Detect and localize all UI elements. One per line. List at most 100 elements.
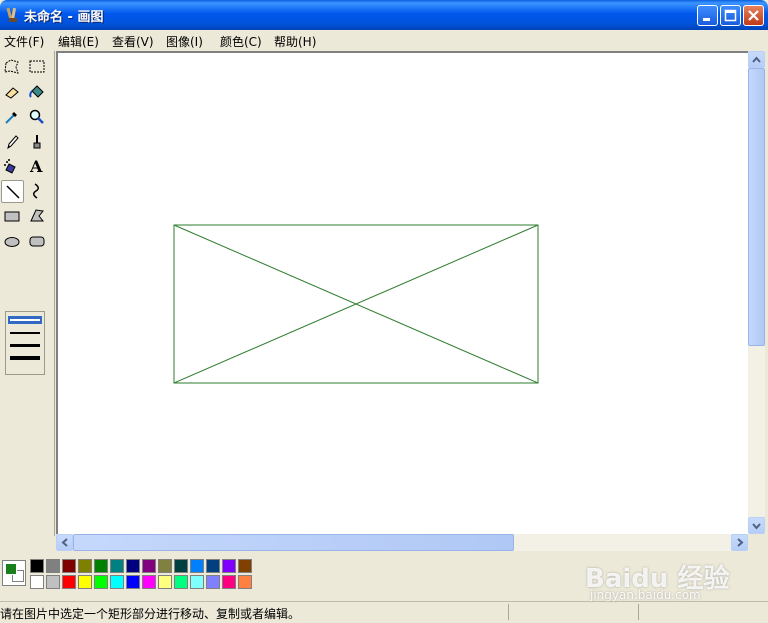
close-icon <box>748 10 759 21</box>
vertical-scrollbar[interactable] <box>748 51 765 534</box>
menu-help[interactable]: 帮助(H) <box>274 33 316 50</box>
eraser-tool[interactable] <box>1 81 24 104</box>
horizontal-scroll-thumb[interactable] <box>73 534 514 551</box>
palette-swatch[interactable] <box>158 559 172 573</box>
magnifier-icon <box>29 109 44 124</box>
line-tool[interactable] <box>1 180 24 203</box>
line-width-4[interactable] <box>10 356 40 360</box>
palette-swatch[interactable] <box>190 575 204 589</box>
minimize-icon <box>703 18 710 21</box>
pencil-tool[interactable] <box>1 131 24 154</box>
paint-bucket-icon <box>29 85 44 98</box>
scroll-down-button[interactable] <box>748 517 765 534</box>
menu-edit[interactable]: 编辑(E) <box>58 33 99 50</box>
palette-swatch[interactable] <box>142 559 156 573</box>
rectangle-icon <box>4 211 20 222</box>
free-select-tool[interactable] <box>1 56 24 79</box>
palette-swatch[interactable] <box>126 575 140 589</box>
fill-tool[interactable] <box>26 81 49 104</box>
palette-swatch[interactable] <box>126 559 140 573</box>
palette-swatch[interactable] <box>206 575 220 589</box>
line-width-selector <box>5 311 45 375</box>
drawing-layer <box>173 224 539 384</box>
palette-swatch[interactable] <box>174 559 188 573</box>
paint-app-icon[interactable] <box>5 7 21 23</box>
palette-swatch[interactable] <box>238 559 252 573</box>
palette-swatch[interactable] <box>238 575 252 589</box>
airbrush-icon <box>4 159 16 174</box>
palette-swatch[interactable] <box>78 559 92 573</box>
window-title: 未命名 - 画图 <box>24 10 104 25</box>
text-icon: A <box>30 157 43 176</box>
palette-swatch[interactable] <box>142 575 156 589</box>
palette-swatch[interactable] <box>94 559 108 573</box>
chevron-down-icon <box>752 523 761 530</box>
palette-swatch[interactable] <box>46 575 60 589</box>
curve-tool[interactable] <box>26 180 49 203</box>
palette-swatch[interactable] <box>222 559 236 573</box>
eyedropper-icon <box>5 112 17 124</box>
line-icon <box>6 185 20 199</box>
eraser-icon <box>5 87 19 99</box>
magnifier-tool[interactable] <box>26 106 49 129</box>
drawing-canvas[interactable] <box>58 53 748 534</box>
polygon-icon <box>30 209 45 222</box>
rect-select-tool[interactable] <box>26 56 49 79</box>
watermark-url: jingyan.baidu.com <box>590 588 701 602</box>
minimize-button[interactable] <box>697 5 718 26</box>
baidu-watermark: Baidu 经验 jingyan.baidu.com <box>585 540 765 610</box>
palette-swatch[interactable] <box>46 559 60 573</box>
status-divider <box>508 604 509 620</box>
menu-view[interactable]: 查看(V) <box>112 33 154 50</box>
maximize-button[interactable] <box>720 5 741 26</box>
text-tool[interactable]: A <box>26 156 49 179</box>
curve-icon <box>33 183 39 199</box>
ellipse-icon <box>4 237 20 247</box>
status-text: 请在图片中选定一个矩形部分进行移动、复制或者编辑。 <box>0 607 301 621</box>
menu-file[interactable]: 文件(F) <box>4 33 44 50</box>
polygon-tool[interactable] <box>26 205 49 228</box>
palette-swatch[interactable] <box>190 559 204 573</box>
scroll-left-button[interactable] <box>56 534 73 551</box>
rect-select-icon <box>29 60 45 73</box>
vertical-scroll-thumb[interactable] <box>748 68 765 346</box>
canvas-viewport <box>56 51 748 534</box>
pick-color-tool[interactable] <box>1 106 24 129</box>
rounded-rect-icon <box>29 236 45 247</box>
palette-swatch[interactable] <box>206 559 220 573</box>
brush-icon <box>33 135 41 149</box>
menu-colors[interactable]: 颜色(C) <box>220 33 262 50</box>
current-colors <box>2 560 26 586</box>
tool-box: A <box>0 51 55 536</box>
foreground-color <box>5 563 17 575</box>
line-width-2[interactable] <box>10 332 40 334</box>
chevron-up-icon <box>752 56 761 63</box>
palette-swatch[interactable] <box>62 559 76 573</box>
palette-swatch[interactable] <box>110 559 124 573</box>
line-width-1[interactable] <box>10 319 40 321</box>
free-select-icon <box>4 59 19 74</box>
palette-swatch[interactable] <box>62 575 76 589</box>
palette-swatch[interactable] <box>30 575 44 589</box>
palette-swatch[interactable] <box>174 575 188 589</box>
palette-swatch[interactable] <box>78 575 92 589</box>
line-width-3[interactable] <box>10 344 40 347</box>
pencil-icon <box>7 135 19 150</box>
close-button[interactable] <box>743 5 764 26</box>
menu-bar: 文件(F) 编辑(E) 查看(V) 图像(I) 颜色(C) 帮助(H) <box>0 30 768 50</box>
palette-swatch[interactable] <box>158 575 172 589</box>
rectangle-tool[interactable] <box>1 205 24 228</box>
brush-tool[interactable] <box>26 131 49 154</box>
palette-swatch[interactable] <box>30 559 44 573</box>
scroll-up-button[interactable] <box>748 51 765 68</box>
maximize-icon <box>724 9 737 22</box>
ellipse-tool[interactable] <box>1 230 24 253</box>
airbrush-tool[interactable] <box>1 156 24 179</box>
palette-swatch[interactable] <box>222 575 236 589</box>
rounded-rect-tool[interactable] <box>26 230 49 253</box>
palette-swatch[interactable] <box>110 575 124 589</box>
title-bar[interactable]: 未命名 - 画图 <box>0 0 768 30</box>
palette-swatch[interactable] <box>94 575 108 589</box>
menu-image[interactable]: 图像(I) <box>166 33 203 50</box>
chevron-left-icon <box>61 538 68 547</box>
